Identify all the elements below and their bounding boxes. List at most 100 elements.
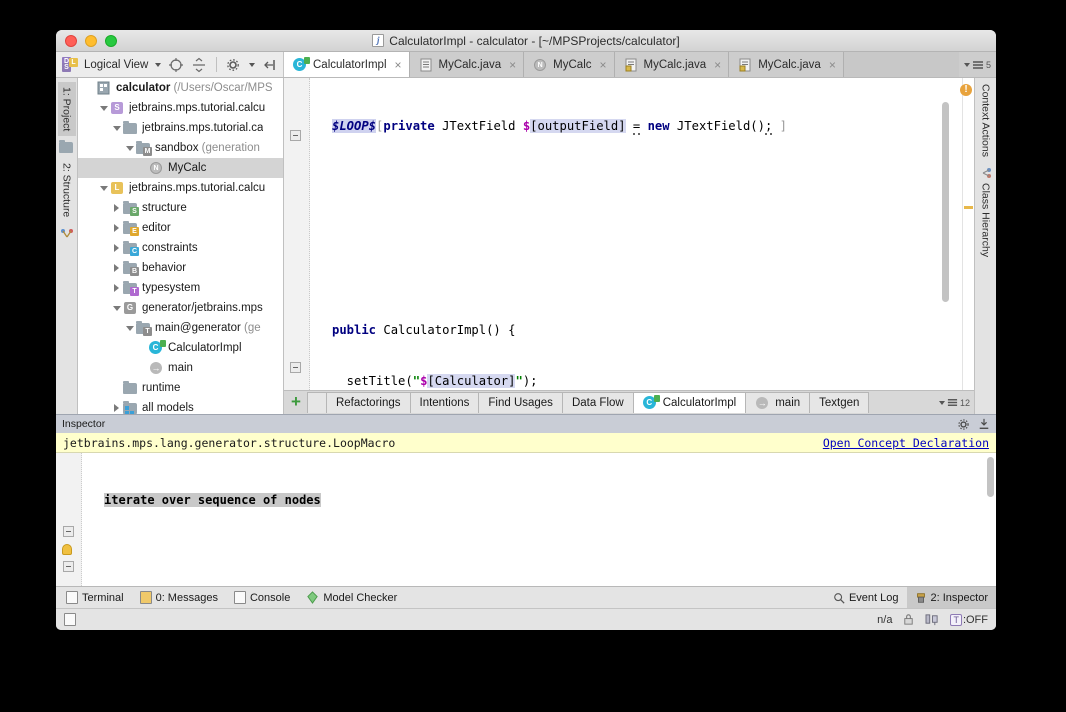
tree-twisty[interactable] <box>110 244 123 252</box>
tab-main[interactable]: → main <box>745 392 811 413</box>
tab-calculatorimpl[interactable]: C CalculatorImpl <box>632 392 747 413</box>
tool-button-event-log[interactable]: Event Log <box>825 587 907 609</box>
tree-row[interactable]: Ttypesystem <box>78 278 283 298</box>
tree-row[interactable]: Sstructure <box>78 198 283 218</box>
editor-tab-mycalc-java-3[interactable]: MyCalc.java × <box>729 52 844 77</box>
tree-twisty[interactable] <box>97 105 110 111</box>
collapse-twisty[interactable] <box>112 125 121 131</box>
tree-twisty[interactable] <box>110 305 123 311</box>
tree-twisty[interactable] <box>110 204 123 212</box>
tab-overflow-button[interactable]: 5 <box>958 52 996 77</box>
editor-tab-mycalc-java-2[interactable]: MyCalc.java × <box>614 52 730 77</box>
expand-twisty[interactable] <box>114 404 119 412</box>
tab-refactorings[interactable]: Refactorings <box>325 392 411 413</box>
close-tab-icon[interactable]: × <box>506 59 516 71</box>
tree-row[interactable]: Bbehavior <box>78 258 283 278</box>
editor-area[interactable]: $LOOP$[private JTextField $[outputField]… <box>284 78 974 390</box>
tree-row[interactable]: jetbrains.mps.tutorial.ca <box>78 118 283 138</box>
tree-row[interactable]: N MyCalc <box>78 158 283 178</box>
hide-panel-icon[interactable] <box>262 57 278 73</box>
sidebar-item-project[interactable]: 1: Project <box>57 82 76 137</box>
close-tab-icon[interactable]: × <box>826 59 836 71</box>
tool-button-terminal[interactable]: Terminal <box>66 591 124 604</box>
tree-row[interactable]: runtime <box>78 378 283 398</box>
code-editor[interactable]: $LOOP$[private JTextField $[outputField]… <box>310 78 962 390</box>
plug-icon[interactable] <box>925 613 940 626</box>
close-tab-icon[interactable]: × <box>392 59 402 71</box>
tab-find-usages[interactable]: Find Usages <box>478 392 563 413</box>
tab-data-flow[interactable]: Data Flow <box>561 392 634 413</box>
tree-twisty[interactable] <box>110 125 123 131</box>
collapse-twisty[interactable] <box>125 145 134 151</box>
lock-icon[interactable] <box>902 613 915 626</box>
tool-button-model-checker[interactable]: Model Checker <box>306 591 397 604</box>
bottom-tab-overflow-button[interactable]: 12 <box>938 397 974 408</box>
fold-marker-icon[interactable] <box>63 526 74 537</box>
inspector-scrollbar[interactable] <box>987 457 994 497</box>
collapse-twisty[interactable] <box>125 325 134 331</box>
tree-row[interactable]: C CalculatorImpl <box>78 338 283 358</box>
logical-view-label[interactable]: Logical View <box>84 59 148 71</box>
tree-row[interactable]: Cconstraints <box>78 238 283 258</box>
minimize-panel-icon[interactable] <box>978 418 990 430</box>
toggle-toolbar-icon[interactable] <box>64 613 76 626</box>
gear-icon[interactable] <box>226 57 242 73</box>
expand-twisty[interactable] <box>114 204 119 212</box>
sidebar-item-class-hierarchy[interactable]: Class Hierarchy <box>980 167 992 257</box>
fold-marker-icon[interactable] <box>290 362 301 373</box>
warning-badge[interactable]: ! <box>960 84 972 96</box>
tree-twisty[interactable] <box>123 325 136 331</box>
collapse-all-icon[interactable] <box>191 57 207 73</box>
tab-intentions[interactable]: Intentions <box>409 392 480 413</box>
inspector-gutter[interactable] <box>56 453 82 586</box>
fold-marker-icon[interactable] <box>290 130 301 141</box>
expand-twisty[interactable] <box>114 244 119 252</box>
intention-bulb-icon[interactable] <box>62 544 72 555</box>
tree-row[interactable]: Ggenerator/jetbrains.mps <box>78 298 283 318</box>
tree-row[interactable]: Ljetbrains.mps.tutorial.calcu <box>78 178 283 198</box>
tool-button-messages[interactable]: 0: Messages <box>139 591 218 604</box>
editor-scrollbar[interactable] <box>942 102 949 302</box>
close-tab-icon[interactable]: × <box>597 59 607 71</box>
editor-tab-mycalc[interactable]: N MyCalc × <box>524 52 615 77</box>
editor-tab-calculatorimpl[interactable]: C CalculatorImpl × <box>284 52 410 77</box>
tree-twisty[interactable] <box>110 404 123 412</box>
collapse-twisty[interactable] <box>99 185 108 191</box>
open-concept-declaration-link[interactable]: Open Concept Declaration <box>823 436 989 450</box>
editor-tab-mycalc-java-1[interactable]: MyCalc.java × <box>409 52 525 77</box>
expand-twisty[interactable] <box>114 264 119 272</box>
collapse-twisty[interactable] <box>99 105 108 111</box>
toggle-badge[interactable]: T <box>950 613 962 626</box>
tree-twisty[interactable] <box>110 224 123 232</box>
tree-row[interactable]: → main <box>78 358 283 378</box>
sidebar-item-context-actions[interactable]: Context Actions <box>980 84 992 157</box>
tree-twisty[interactable] <box>110 284 123 292</box>
tab-spacer[interactable] <box>306 392 327 413</box>
tree-row[interactable]: all models <box>78 398 283 414</box>
add-tab-button[interactable]: + <box>288 392 307 414</box>
editor-marker-margin[interactable]: ! <box>960 78 974 390</box>
target-icon[interactable] <box>168 57 184 73</box>
tree-twisty[interactable] <box>97 185 110 191</box>
gear-chevron-icon[interactable] <box>249 62 256 67</box>
sidebar-item-structure[interactable]: 2: Structure <box>58 158 76 222</box>
tree-twisty[interactable] <box>110 264 123 272</box>
inspector-body[interactable]: iterate over sequence of nodes comment: … <box>56 453 996 586</box>
gear-icon[interactable] <box>957 418 970 431</box>
expand-twisty[interactable] <box>114 224 119 232</box>
project-tree-panel[interactable]: calculator (/Users/Oscar/MPS Sjetbrains.m… <box>78 78 284 414</box>
tree-row[interactable]: Tmain@generator (ge <box>78 318 283 338</box>
close-tab-icon[interactable]: × <box>711 59 721 71</box>
tree-row[interactable]: Eeditor <box>78 218 283 238</box>
tab-textgen[interactable]: Textgen <box>809 392 870 413</box>
tree-row[interactable]: calculator (/Users/Oscar/MPS <box>78 78 283 98</box>
fold-marker-icon[interactable] <box>63 561 74 572</box>
chevron-down-icon[interactable] <box>155 62 162 67</box>
tool-button-inspector[interactable]: 2: Inspector <box>906 586 996 609</box>
tree-row[interactable]: Sjetbrains.mps.tutorial.calcu <box>78 98 283 118</box>
expand-twisty[interactable] <box>114 284 119 292</box>
tool-button-console[interactable]: Console <box>233 591 290 604</box>
tree-twisty[interactable] <box>123 145 136 151</box>
collapse-twisty[interactable] <box>112 305 121 311</box>
inspector-code[interactable]: iterate over sequence of nodes comment: … <box>82 453 996 586</box>
